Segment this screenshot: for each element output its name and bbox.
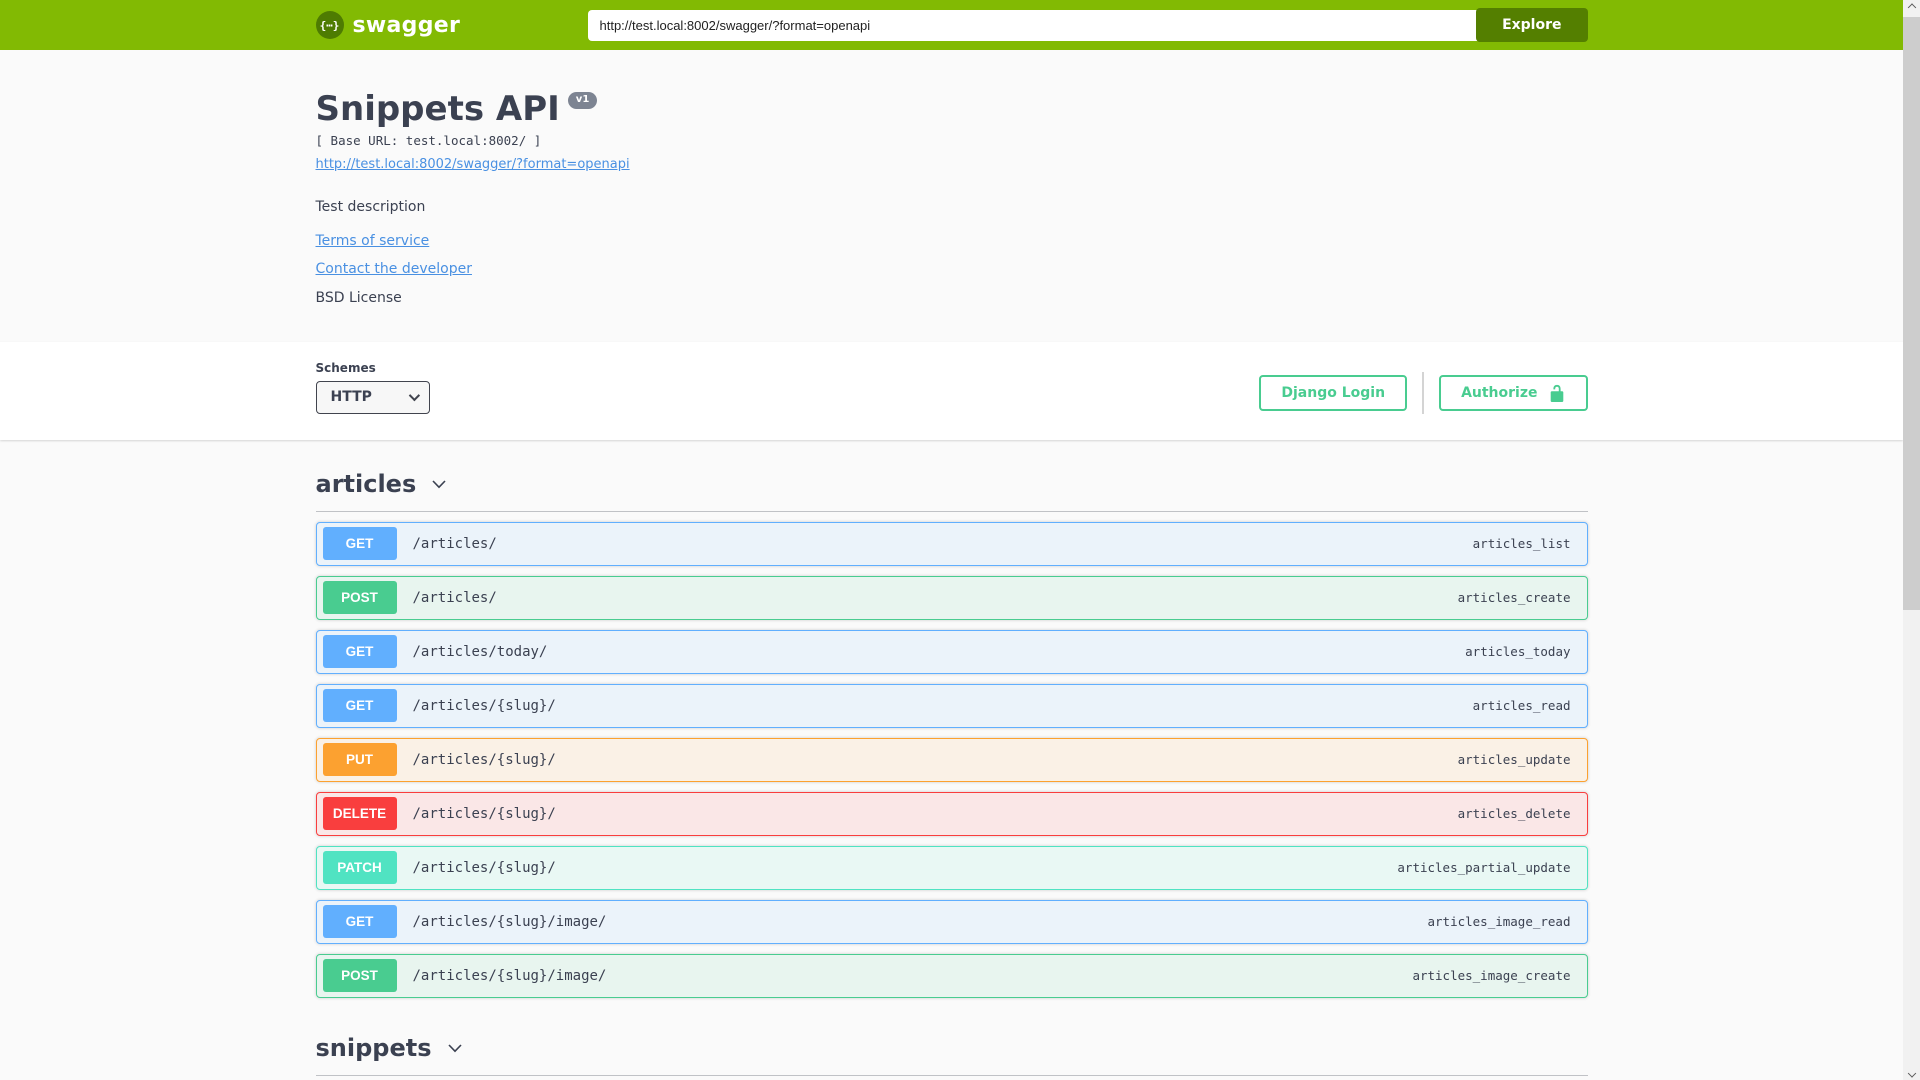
- operation-path: /articles/: [412, 535, 497, 552]
- spec-url-input[interactable]: [587, 9, 1480, 41]
- vertical-scrollbar: [1903, 0, 1920, 1080]
- spec-url-group: Explore: [587, 8, 1588, 42]
- unlock-icon: [1550, 384, 1563, 402]
- chevron-up-icon: [1907, 2, 1916, 12]
- operation-id: articles_partial_update: [1397, 860, 1571, 876]
- method-badge: PUT: [322, 743, 397, 777]
- scrollbar-thumb[interactable]: [1903, 17, 1920, 610]
- tag-section-snippets: snippetsGET/snippets/snippets_list: [315, 1033, 1588, 1080]
- chevron-down-icon: [445, 1038, 465, 1058]
- opblock-articles_delete[interactable]: DELETE/articles/{slug}/ articles_delete: [315, 791, 1588, 836]
- contact-developer-link[interactable]: Contact the developer: [316, 261, 472, 277]
- django-login-label: Django Login: [1281, 384, 1386, 401]
- opblock-articles_today[interactable]: GET/articles/today/articles_today: [315, 629, 1588, 674]
- operations-container: articles GET/articles/articles_list POST/a…: [315, 440, 1588, 1080]
- scroll-up-arrow[interactable]: [1903, 0, 1920, 17]
- spec-json-link[interactable]: http://test.local:8002/swagger/?format=o…: [316, 157, 630, 172]
- operation-id: articles_delete: [1457, 806, 1571, 822]
- opblock-articles_create[interactable]: POST/articles/articles_create: [315, 575, 1588, 620]
- opblock-articles_partial_update[interactable]: PATCH/articles/{slug}/ articles_partial_u…: [315, 845, 1588, 890]
- tag-title: articles: [315, 469, 417, 498]
- operation-id: articles_today: [1465, 644, 1571, 660]
- operation-id: articles_create: [1457, 590, 1571, 606]
- version-badge: v1: [567, 92, 598, 109]
- method-badge: GET: [322, 905, 397, 939]
- page-title: Snippets API v1: [315, 89, 1588, 129]
- opblock-articles_image_create[interactable]: POST/articles/{slug}/image/articles_imag…: [315, 953, 1588, 998]
- operation-path: /articles/{slug}/: [412, 859, 556, 876]
- chevron-down-icon: [1907, 1068, 1916, 1078]
- operation-id: articles_read: [1472, 698, 1571, 714]
- authorize-button[interactable]: Authorize: [1439, 374, 1588, 411]
- operation-path: /articles/{slug}/: [412, 805, 556, 822]
- terms-of-service-link[interactable]: Terms of service: [316, 233, 430, 249]
- explore-button[interactable]: Explore: [1476, 8, 1588, 42]
- operation-path: /articles/{slug}/image/: [412, 913, 607, 930]
- base-url: [ Base URL: test.local:8002/ ]: [315, 132, 542, 148]
- operation-path: /articles/{slug}/: [412, 751, 556, 768]
- chevron-down-icon: [429, 474, 449, 494]
- api-title-text: Snippets API: [315, 89, 560, 129]
- tag-section-articles: articles GET/articles/articles_list POST/a…: [315, 469, 1588, 998]
- license-label: BSD License: [315, 289, 402, 306]
- operation-id: articles_list: [1472, 536, 1571, 552]
- opblock-articles_image_read[interactable]: GET/articles/{slug}/image/articles_image…: [315, 899, 1588, 944]
- method-badge: PATCH: [322, 851, 397, 885]
- tag-header-snippets[interactable]: snippets: [315, 1033, 1588, 1076]
- operation-id: articles_update: [1457, 752, 1571, 768]
- scheme-auth-bar: Schemes HTTP Django Login Authorize: [0, 341, 1903, 440]
- django-login-button[interactable]: Django Login: [1259, 374, 1408, 411]
- scheme-selected-value: HTTP: [330, 389, 372, 406]
- tag-header-articles[interactable]: articles: [315, 469, 1588, 512]
- operation-path: /articles/{slug}/image/: [412, 967, 607, 984]
- tag-title: snippets: [315, 1033, 432, 1062]
- api-description: Test description: [315, 198, 426, 215]
- opblock-articles_read[interactable]: GET/articles/{slug}/ articles_read: [315, 683, 1588, 728]
- scroll-down-arrow[interactable]: [1903, 1063, 1920, 1080]
- operation-id: articles_image_create: [1412, 968, 1571, 984]
- info-section: Snippets API v1 [ Base URL: test.local:80…: [316, 50, 1588, 342]
- swagger-logo-link[interactable]: {⋯} swagger: [315, 11, 461, 39]
- method-badge: POST: [322, 959, 397, 993]
- opblock-articles_list[interactable]: GET/articles/articles_list: [315, 521, 1588, 566]
- schemes-block: Schemes HTTP: [315, 360, 430, 414]
- method-badge: POST: [322, 581, 397, 615]
- swagger-logo-icon: {⋯}: [315, 11, 344, 39]
- swagger-ui-page: {⋯} swagger Explore Snippets API v1 [ Bas…: [0, 0, 1903, 1080]
- schemes-label: Schemes: [315, 360, 376, 375]
- chevron-down-icon: [408, 390, 420, 402]
- method-badge: GET: [322, 635, 397, 669]
- scheme-select[interactable]: HTTP: [315, 380, 430, 414]
- operation-path: /articles/: [412, 589, 497, 606]
- vertical-divider: [1422, 371, 1425, 414]
- brand-name: swagger: [352, 12, 461, 38]
- method-badge: GET: [322, 527, 397, 561]
- method-badge: GET: [322, 689, 397, 723]
- operation-id: articles_image_read: [1427, 914, 1571, 930]
- topbar: {⋯} swagger Explore: [0, 0, 1903, 50]
- authorize-label: Authorize: [1461, 384, 1538, 401]
- method-badge: DELETE: [322, 797, 397, 831]
- operation-path: /articles/today/: [412, 643, 548, 660]
- opblock-articles_update[interactable]: PUT/articles/{slug}/ articles_update: [315, 737, 1588, 782]
- auth-area: Django Login Authorize: [1259, 371, 1588, 414]
- operation-path: /articles/{slug}/: [412, 697, 556, 714]
